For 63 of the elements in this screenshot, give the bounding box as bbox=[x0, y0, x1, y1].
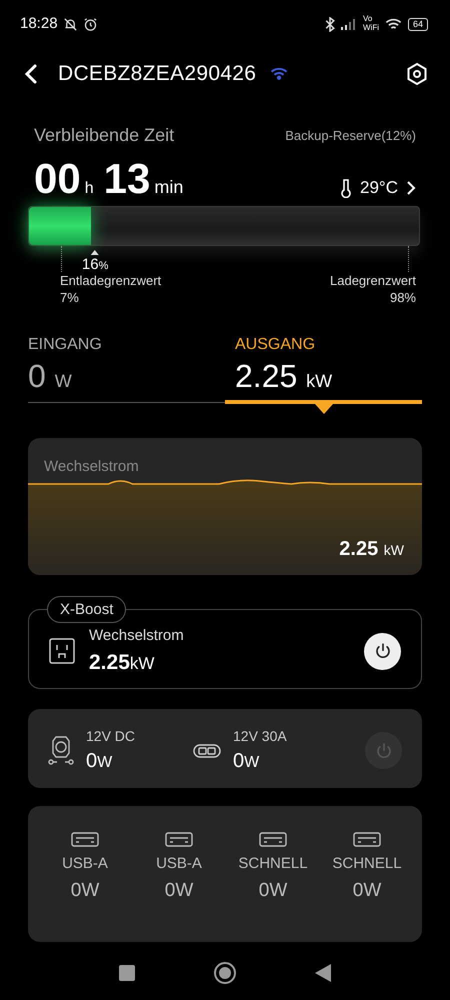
volte-label: Vo bbox=[362, 15, 374, 24]
level-pointer-icon bbox=[91, 250, 100, 255]
back-nav-button[interactable] bbox=[315, 964, 331, 982]
usb-port-value: 0W bbox=[164, 880, 194, 902]
home-button[interactable] bbox=[213, 960, 237, 984]
hours-value: 00 bbox=[34, 156, 81, 202]
temperature-value: 29°C bbox=[360, 178, 398, 198]
usb-port-icon bbox=[71, 832, 99, 848]
usb-port-label: USB-A bbox=[62, 856, 108, 873]
muted-bell-icon bbox=[62, 16, 78, 32]
status-time: 18:28 bbox=[20, 16, 58, 32]
minutes-unit: min bbox=[154, 178, 184, 198]
usb-port-value: 0W bbox=[258, 880, 288, 902]
usb-port-label: SCHNELL bbox=[332, 856, 402, 873]
charge-limit-label: Ladegrenzwert bbox=[330, 274, 416, 288]
ac-output-name: Wechselstrom bbox=[89, 628, 184, 645]
usb-port-value: 0W bbox=[352, 880, 382, 902]
signal-icon bbox=[340, 18, 357, 30]
power-tab[interactable]: AUSGANG 2.25 kW bbox=[225, 336, 422, 404]
hours-unit: h bbox=[84, 180, 94, 198]
port-name: 12V 30A bbox=[233, 728, 287, 744]
anderson-plug-icon bbox=[193, 744, 221, 758]
device-title: DCEBZ8ZEA290426 bbox=[58, 62, 256, 86]
settings-button[interactable] bbox=[406, 62, 428, 86]
level-percent: 16% bbox=[82, 256, 108, 274]
usb-port-icon bbox=[165, 832, 193, 848]
port-value: 0W bbox=[233, 750, 260, 772]
wifi-icon bbox=[384, 18, 402, 30]
ac-output-value: 2.25kW bbox=[89, 650, 154, 674]
battery-indicator: 64 bbox=[408, 18, 428, 30]
ac-power-button[interactable] bbox=[364, 632, 401, 670]
usb-port-label: SCHNELL bbox=[238, 856, 308, 873]
power-icon bbox=[374, 642, 392, 660]
charge-marker bbox=[408, 246, 410, 272]
car-socket-icon bbox=[48, 734, 74, 767]
thermometer-icon bbox=[340, 178, 352, 198]
discharge-limit-label: Entladegrenzwert bbox=[60, 274, 162, 288]
graph-value: 2.25 kW bbox=[339, 538, 404, 562]
x-boost-badge: X-Boost bbox=[47, 596, 126, 624]
tab-indicator-icon bbox=[314, 404, 332, 414]
chevron-button[interactable] bbox=[406, 180, 416, 196]
wifi-label: WiFi bbox=[362, 24, 379, 33]
backup-reserve-label: Backup-Reserve(12%) bbox=[285, 128, 416, 144]
usb-port-label: USB-A bbox=[156, 856, 202, 873]
power-icon bbox=[374, 742, 392, 760]
usb-port-icon bbox=[353, 832, 381, 848]
minutes-value: 13 bbox=[104, 156, 150, 202]
port-value: 0W bbox=[86, 750, 112, 772]
graph-title: Wechselstrom bbox=[44, 459, 139, 476]
discharge-marker bbox=[60, 246, 62, 272]
charge-limit-value: 98% bbox=[390, 291, 416, 306]
usb-port-value: 0W bbox=[70, 880, 100, 902]
back-button[interactable] bbox=[24, 63, 38, 85]
recents-button[interactable] bbox=[119, 964, 135, 980]
discharge-limit-value: 7% bbox=[60, 291, 79, 306]
port-name: 12V DC bbox=[86, 728, 136, 744]
usb-port-icon bbox=[259, 832, 287, 848]
wifi-icon bbox=[270, 68, 288, 80]
alarm-clock-icon bbox=[82, 16, 98, 32]
remaining-time-label: Verbleibende Zeit bbox=[34, 126, 174, 146]
bluetooth-icon bbox=[324, 16, 335, 32]
power-tab[interactable]: EINGANG 0 W bbox=[28, 336, 225, 404]
power-outlet-icon bbox=[49, 638, 75, 664]
